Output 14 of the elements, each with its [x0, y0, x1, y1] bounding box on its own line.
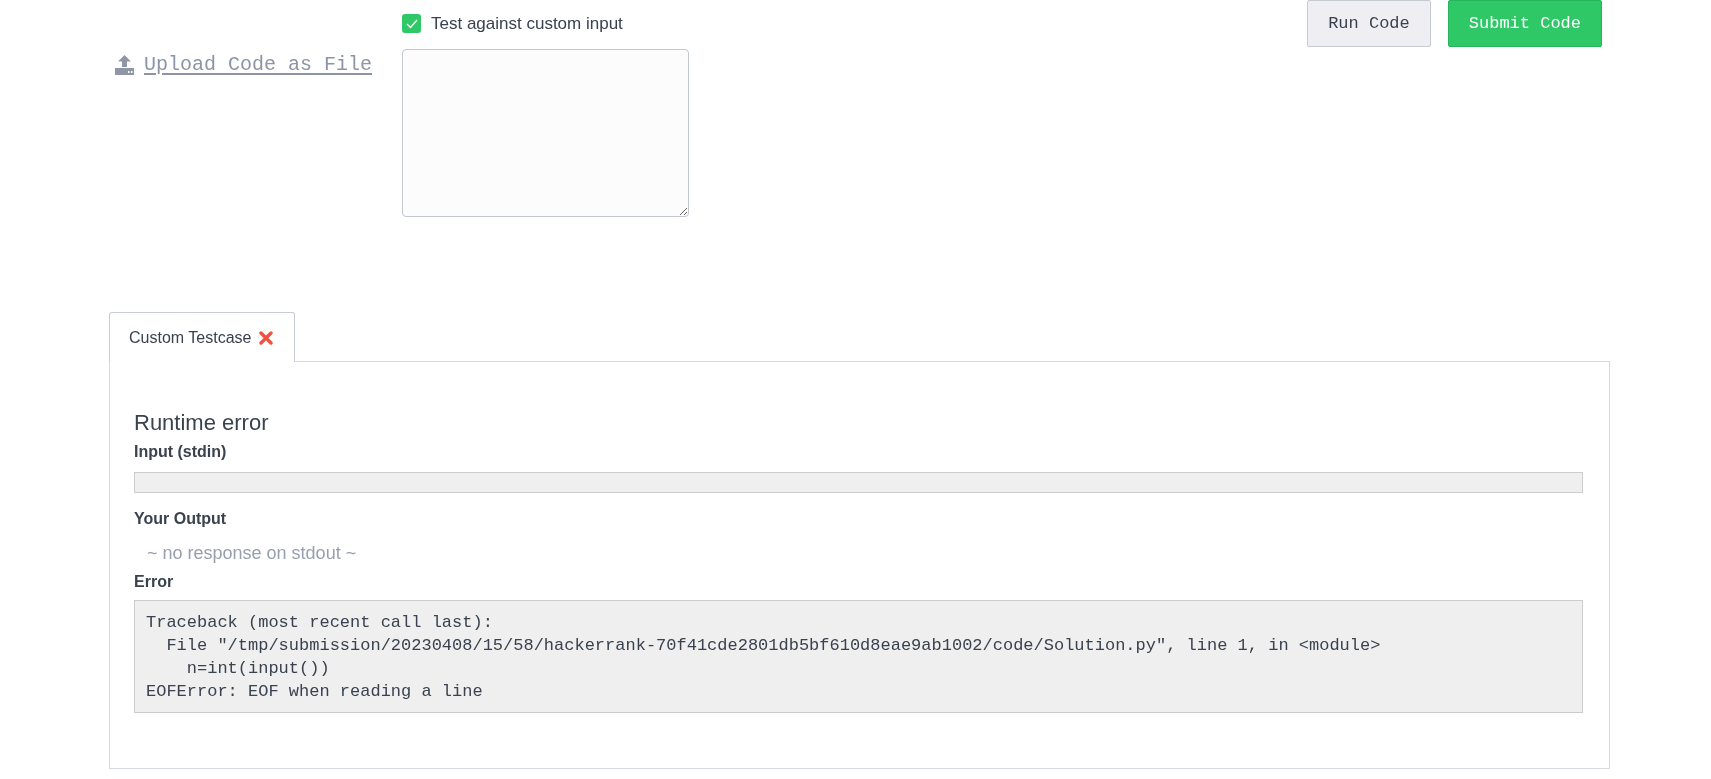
custom-input-checkbox[interactable] — [402, 14, 421, 33]
checkbox-label: Test against custom input — [431, 14, 623, 33]
testcase-tab[interactable]: Custom Testcase — [109, 312, 296, 362]
output-message: ~ no response on stdout ~ — [146, 542, 358, 565]
custom-input-field[interactable] — [402, 49, 689, 217]
section-heading: Input (stdin) — [134, 442, 228, 462]
error-output: Traceback (most recent call last): File "/tmp/submission/20230408/15/58/hackerrank-70f41cde2801db5bf610d8eae9ab1002/code/Solution.py", line 1, in <module> n=int(input()) EOFError: EOF when reading a line — [134, 600, 1583, 713]
result-title: Runtime error — [134, 409, 270, 437]
run-button[interactable]: Run Code — [1307, 0, 1431, 47]
section-heading: Your Output — [134, 509, 228, 529]
cross-icon — [259, 330, 274, 345]
check-icon — [405, 18, 418, 29]
upload-icon — [115, 55, 134, 75]
section-heading: Error — [134, 572, 175, 592]
